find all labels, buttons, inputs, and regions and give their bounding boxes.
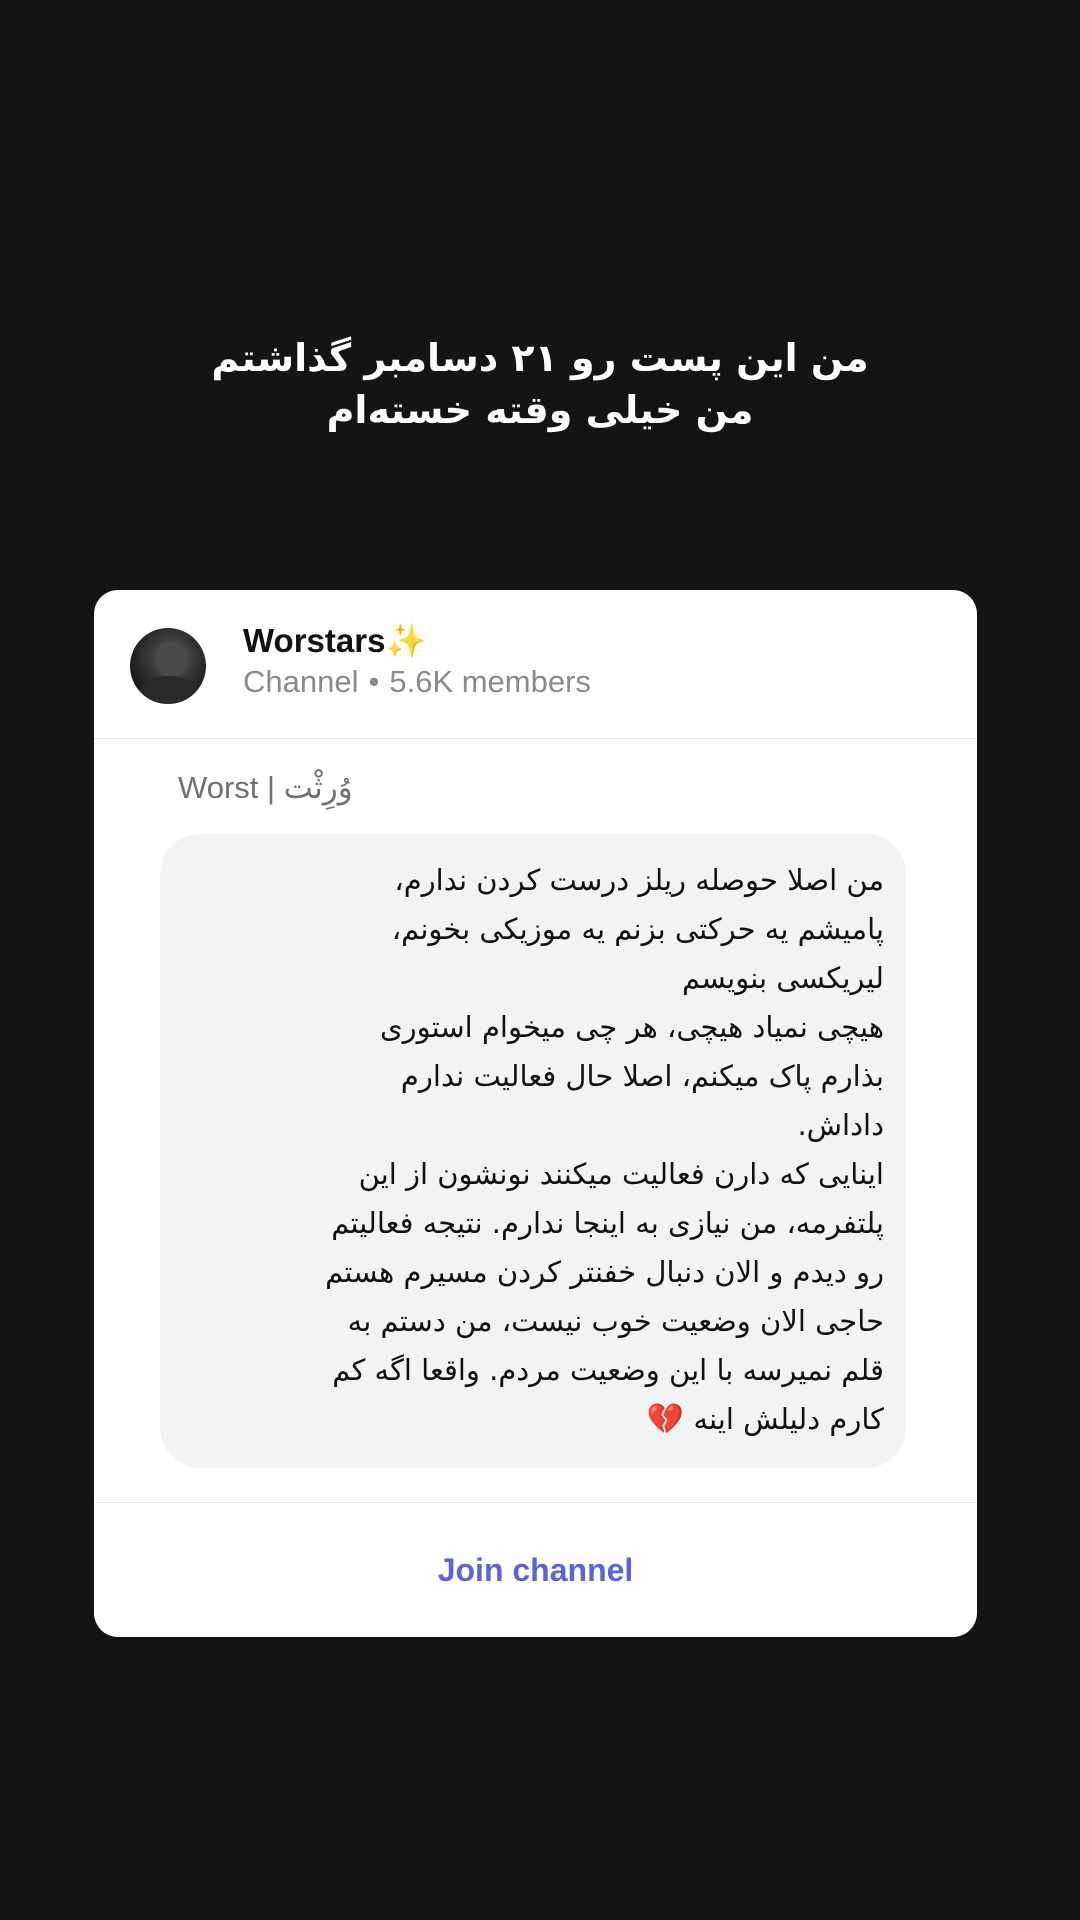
avatar-head (156, 642, 186, 676)
message-line: رو دیدم و الان دنبال خفنتر کردن مسیرم هس… (325, 1255, 884, 1289)
join-channel-button[interactable]: Join channel (94, 1503, 977, 1637)
story-caption-line: من این پست رو ۲۱ دسامبر گذاشتم (211, 336, 869, 380)
channel-name: Worstars✨ (243, 622, 427, 659)
message-line: حاجی الان وضعیت خوب نیست، من دستم به (347, 1304, 884, 1338)
message-line: داداش. (797, 1108, 884, 1142)
post-sender: Worst | وُرِثْت (178, 770, 353, 805)
message-line: قلم نمیرسه با این وضعیت مردم. واقعا اگه … (332, 1353, 884, 1387)
channel-members: 5.6K members (389, 664, 591, 699)
message-line: پامیشم یه حرکتی بزنم یه موزیکی بخونم، (391, 912, 884, 946)
message-line: لیریکسی بنویسم (682, 961, 884, 995)
meta-separator: • (368, 664, 380, 699)
channel-avatar[interactable] (130, 628, 206, 704)
avatar-shoulders (138, 676, 200, 704)
message-line: کارم دلیلش اینه 💔 (184, 1395, 884, 1444)
channel-type: Channel (243, 664, 359, 699)
message-bubble[interactable]: من اصلا حوصله ریلز درست کردن ندارم، پامی… (160, 834, 906, 1468)
broken-heart-icon: 💔 (646, 1402, 685, 1437)
story-caption: من این پست رو ۲۱ دسامبر گذاشتم من خیلی و… (100, 332, 980, 436)
message-line: اینایی که دارن فعالیت میکنند نونشون از ا… (358, 1157, 884, 1191)
story-caption-line: من خیلی وقته خسته‌ام (326, 388, 754, 432)
message-line-text: کارم دلیلش اینه (693, 1402, 884, 1436)
message-text: من اصلا حوصله ریلز درست کردن ندارم، پامی… (184, 856, 884, 1444)
channel-header[interactable]: Worstars✨ Channel • 5.6K members (94, 590, 977, 739)
message-line: من اصلا حوصله ریلز درست کردن ندارم، (394, 863, 884, 897)
message-line: هیچی نمیاد هیچی، هر چی میخوام استوری (379, 1010, 884, 1044)
message-line: بذارم پاک میکنم، اصلا حال فعالیت ندارم (400, 1059, 884, 1093)
channel-share-card[interactable]: Worstars✨ Channel • 5.6K members Worst | و… (94, 590, 977, 1637)
channel-meta: Channel • 5.6K members (243, 664, 591, 700)
message-line: پلتفرمه، من نیازی به اینجا ندارم. نتیجه … (331, 1206, 884, 1240)
